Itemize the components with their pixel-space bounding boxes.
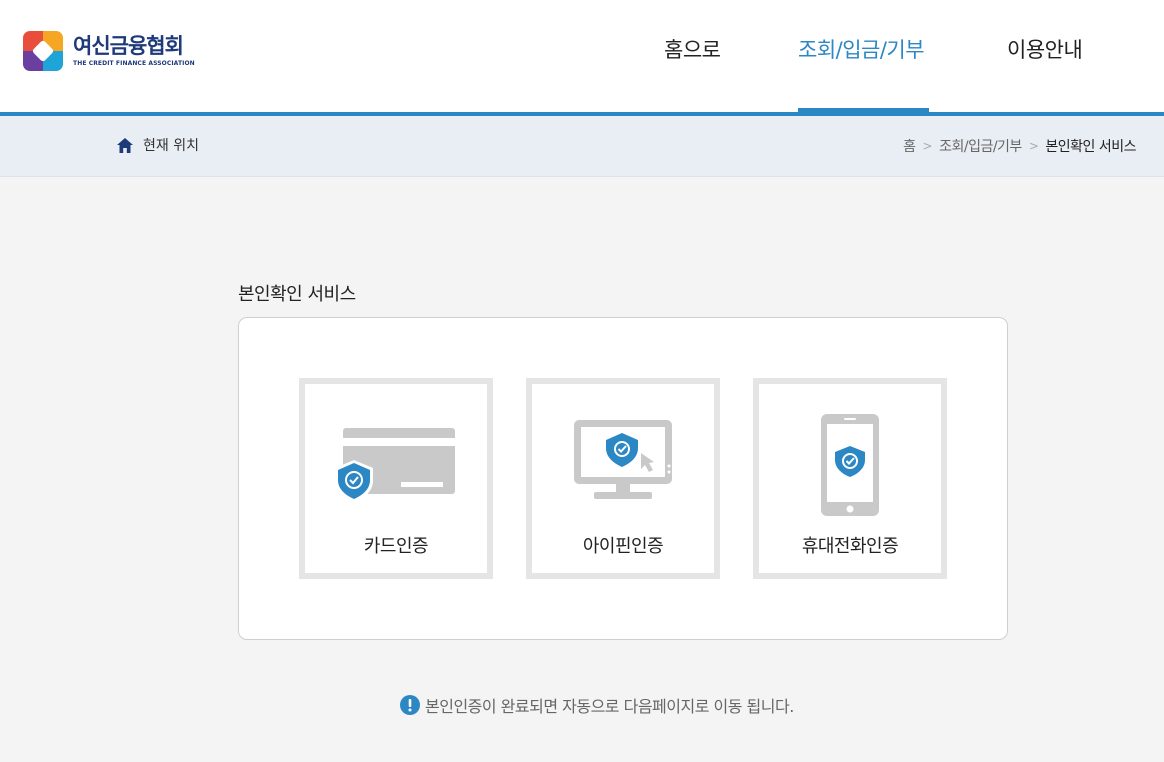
- ipin-verification-option[interactable]: 아이핀인증: [526, 378, 720, 579]
- credit-card-shield-icon: [335, 428, 455, 503]
- exclamation-circle-icon: [400, 695, 420, 715]
- site-header: 여신금융협회 THE CREDIT FINANCE ASSOCIATION 홈으…: [0, 0, 1164, 116]
- logo-korean-name: 여신금융협회: [73, 34, 184, 58]
- current-location-label: 현재 위치: [143, 138, 199, 154]
- card-verification-option[interactable]: 카드인증: [299, 378, 493, 579]
- nav-usage-guide[interactable]: 이용안내: [1007, 34, 1083, 64]
- breadcrumb: 홈 > 조회/입금/기부 > 본인확인 서비스: [903, 136, 1136, 156]
- logo-english-name: THE CREDIT FINANCE ASSOCIATION: [73, 60, 195, 67]
- mobile-verification-label: 휴대전화인증: [801, 536, 899, 557]
- logo-mark-icon: [23, 31, 63, 71]
- page-title: 본인확인 서비스: [238, 284, 356, 305]
- nav-home[interactable]: 홈으로: [664, 34, 721, 64]
- ipin-verification-label: 아이핀인증: [582, 536, 664, 557]
- breadcrumb-current: 본인확인 서비스: [1045, 139, 1136, 155]
- mobile-verification-option[interactable]: 휴대전화인증: [753, 378, 947, 579]
- site-logo[interactable]: 여신금융협회 THE CREDIT FINANCE ASSOCIATION: [23, 31, 195, 71]
- breadcrumb-home[interactable]: 홈: [903, 136, 916, 156]
- breadcrumb-separator-icon: >: [1028, 139, 1039, 153]
- breadcrumb-inquiry[interactable]: 조회/입금/기부: [939, 136, 1022, 156]
- phone-shield-icon: [821, 414, 879, 516]
- monitor-shield-icon: [574, 420, 672, 499]
- auto-redirect-notice: 본인인증이 완료되면 자동으로 다음페이지로 이동 됩니다.: [400, 693, 794, 717]
- card-verification-label: 카드인증: [363, 536, 429, 557]
- nav-active-indicator: [798, 108, 929, 112]
- home-icon: [117, 137, 133, 153]
- verification-panel: 카드인증 아이핀인증 휴대전화인증: [238, 317, 1008, 640]
- location-bar: 현재 위치 홈 > 조회/입금/기부 > 본인확인 서비스: [0, 116, 1164, 177]
- breadcrumb-separator-icon: >: [922, 139, 933, 153]
- nav-inquiry-payment-donation[interactable]: 조회/입금/기부: [798, 34, 925, 64]
- notice-text: 본인인증이 완료되면 자동으로 다음페이지로 이동 됩니다.: [425, 697, 794, 716]
